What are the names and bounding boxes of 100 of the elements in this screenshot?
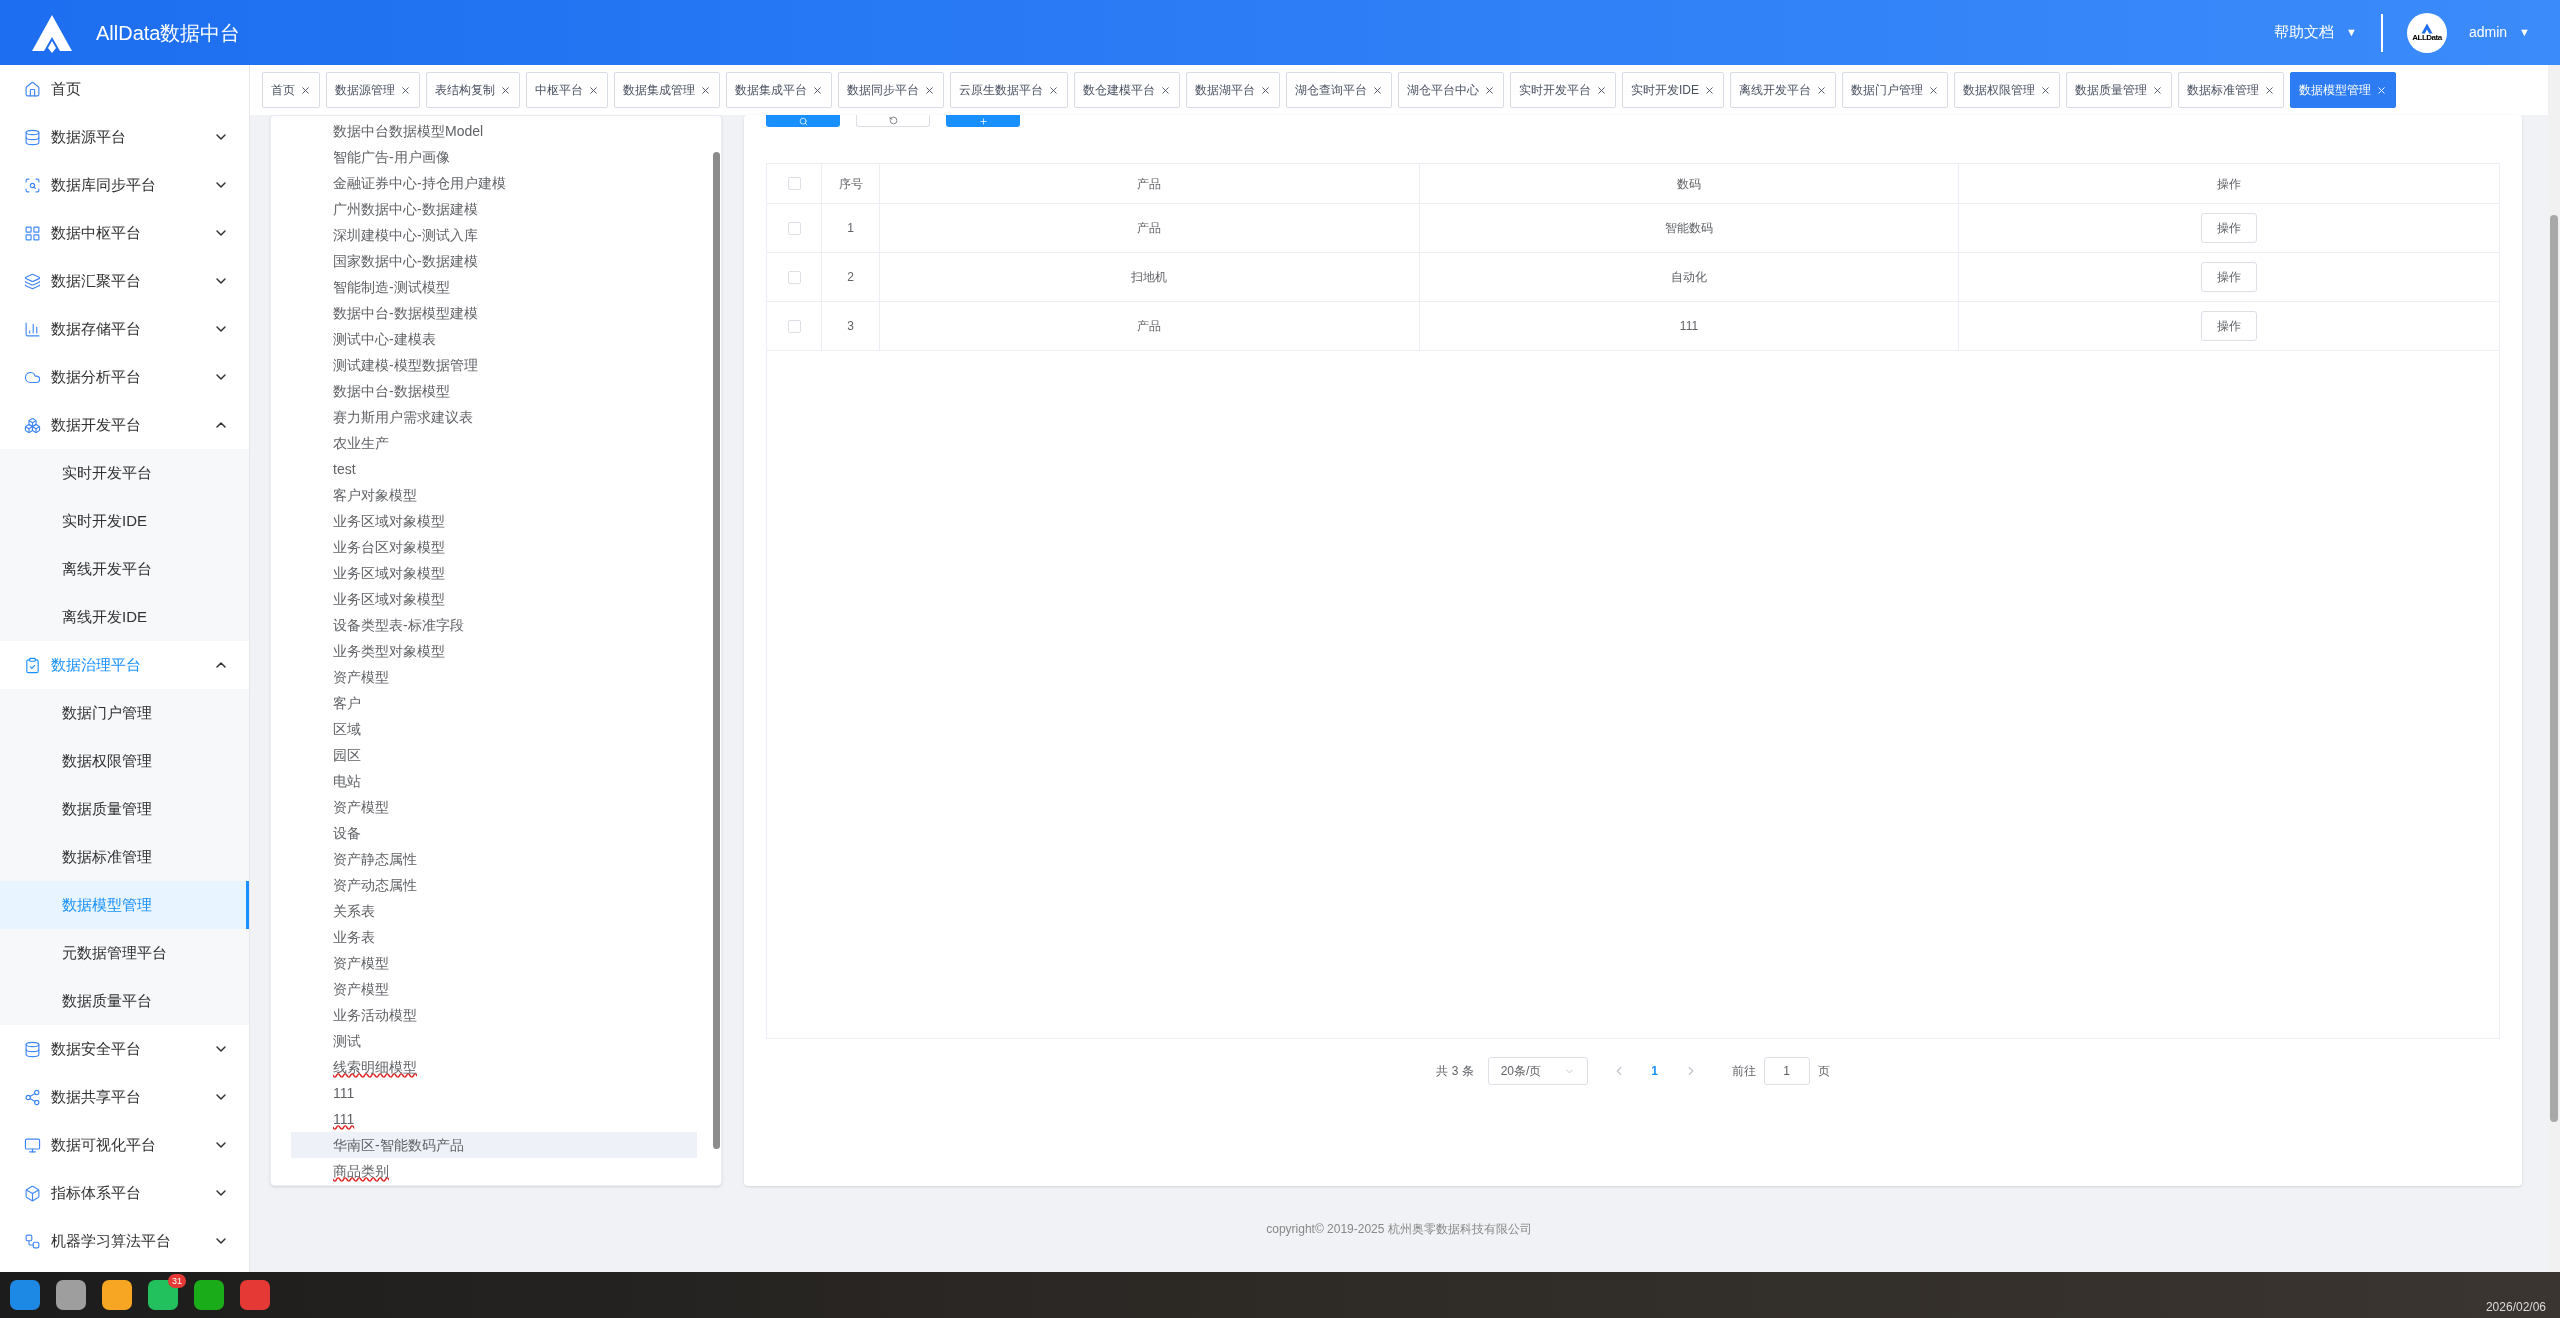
sidebar-item[interactable]: 元数据管理平台 <box>0 929 249 977</box>
tab-label: 首页 <box>271 82 295 99</box>
close-icon[interactable] <box>812 84 823 96</box>
page-tab[interactable]: 数据模型管理 <box>2290 72 2396 108</box>
select-all-checkbox[interactable] <box>787 177 801 190</box>
close-icon[interactable] <box>1160 84 1171 96</box>
close-icon[interactable] <box>924 84 935 96</box>
action-button[interactable]: 操作 <box>2201 311 2258 341</box>
tree-node-label: 客户 <box>333 693 361 713</box>
sidebar-group[interactable]: 数据源平台 <box>0 113 249 161</box>
sidebar-group-label: 数据库同步平台 <box>51 174 157 195</box>
sidebar-group-label: 数据中枢平台 <box>51 222 142 243</box>
close-icon[interactable] <box>588 84 599 96</box>
close-icon[interactable] <box>1928 84 1939 96</box>
sidebar-item[interactable]: 实时开发IDE <box>0 497 249 545</box>
page-size-select[interactable]: 20条/页 <box>1487 1057 1588 1085</box>
sidebar-item[interactable]: 离线开发IDE <box>0 593 249 641</box>
close-icon[interactable] <box>2376 84 2387 96</box>
sidebar-group[interactable]: 数据库同步平台 <box>0 161 249 209</box>
sidebar-group[interactable]: 机器学习算法平台 <box>0 1217 249 1265</box>
page-tab[interactable]: 数据源管理 <box>326 72 420 108</box>
sidebar-group[interactable]: 指标体系平台 <box>0 1169 249 1217</box>
tree-node[interactable]: 华南区-智能数码产品 <box>291 1132 697 1158</box>
sidebar-item[interactable]: 离线开发平台 <box>0 545 249 593</box>
close-icon[interactable] <box>1816 84 1827 96</box>
page-tab[interactable]: 数据质量管理 <box>2066 72 2172 108</box>
tab-label: 数据集成平台 <box>735 82 807 99</box>
database-icon <box>24 128 41 146</box>
page-tab[interactable]: 数据门户管理 <box>1842 72 1948 108</box>
tree-node-label: 深圳建模中心-测试入库 <box>333 225 478 245</box>
tab-label: 数仓建模平台 <box>1083 82 1155 99</box>
goto-label: 前往 <box>1731 1063 1756 1080</box>
page-tab[interactable]: 云原生数据平台 <box>950 72 1068 108</box>
sidebar-group-label: 数据汇聚平台 <box>51 270 142 291</box>
page-tab[interactable]: 表结构复制 <box>426 72 520 108</box>
tab-label: 数据源管理 <box>335 82 395 99</box>
sidebar-item[interactable]: 数据标准管理 <box>0 833 249 881</box>
action-button[interactable]: 操作 <box>2201 262 2258 292</box>
tree-node-label: 金融证券中心-持仓用户建模 <box>333 173 506 193</box>
column-header: 操作 <box>2217 175 2242 193</box>
user-avatar[interactable]: ALLData <box>2406 12 2447 53</box>
page-tab[interactable]: 数据集成管理 <box>614 72 720 108</box>
page-tab[interactable]: 数据集成平台 <box>726 72 832 108</box>
close-icon[interactable] <box>500 84 511 96</box>
goto-page-field[interactable]: 1 <box>1763 1057 1810 1085</box>
close-icon[interactable] <box>2040 84 2051 96</box>
sidebar-item[interactable]: 数据质量管理 <box>0 785 249 833</box>
close-icon[interactable] <box>300 84 311 96</box>
close-icon[interactable] <box>700 84 711 96</box>
sidebar-group[interactable]: 数据汇聚平台 <box>0 257 249 305</box>
sidebar-group[interactable]: 数据开发平台 <box>0 401 249 449</box>
row-checkbox[interactable] <box>787 270 801 284</box>
sidebar-item[interactable]: 数据质量平台 <box>0 977 249 1025</box>
column-header: 序号 <box>838 175 863 193</box>
tab-label: 中枢平台 <box>535 82 583 99</box>
sidebar-group[interactable]: 数据存储平台 <box>0 305 249 353</box>
page-tab[interactable]: 离线开发平台 <box>1730 72 1836 108</box>
close-icon[interactable] <box>1704 84 1715 96</box>
close-icon[interactable] <box>1048 84 1059 96</box>
sidebar-group[interactable]: 数据中枢平台 <box>0 209 249 257</box>
close-icon[interactable] <box>1372 84 1383 96</box>
page-tab[interactable]: 实时开发平台 <box>1510 72 1616 108</box>
sidebar-group[interactable]: 数据分析平台 <box>0 353 249 401</box>
tree-node-label: 业务区域对象模型 <box>333 563 445 583</box>
close-icon[interactable] <box>2152 84 2163 96</box>
close-icon[interactable] <box>1596 84 1607 96</box>
page-tab[interactable]: 湖仓查询平台 <box>1286 72 1392 108</box>
close-icon[interactable] <box>400 84 411 96</box>
sidebar-group-label: 数据治理平台 <box>51 654 142 675</box>
tree-node-label: 国家数据中心-数据建模 <box>333 251 478 271</box>
sidebar-group[interactable]: 数据共享平台 <box>0 1073 249 1121</box>
row-checkbox[interactable] <box>787 319 801 333</box>
page-tab[interactable]: 数据湖平台 <box>1186 72 1280 108</box>
page-tab[interactable]: 数仓建模平台 <box>1074 72 1180 108</box>
page-tab[interactable]: 数据权限管理 <box>1954 72 2060 108</box>
sidebar-item[interactable]: 实时开发平台 <box>0 449 249 497</box>
close-icon[interactable] <box>2264 84 2275 96</box>
page-tab[interactable]: 数据标准管理 <box>2178 72 2284 108</box>
sidebar-group[interactable]: 数据安全平台 <box>0 1025 249 1073</box>
page-tab[interactable]: 实时开发IDE <box>1622 72 1724 108</box>
page-tab[interactable]: 首页 <box>262 72 320 108</box>
row-checkbox[interactable] <box>787 221 801 235</box>
sidebar-item[interactable]: 数据权限管理 <box>0 737 249 785</box>
sidebar-group[interactable]: 数据可视化平台 <box>0 1121 249 1169</box>
sidebar-group[interactable]: 首页 <box>0 65 249 113</box>
page-tab[interactable]: 数据同步平台 <box>838 72 944 108</box>
sidebar-item[interactable]: 数据门户管理 <box>0 689 249 737</box>
brand-title: AllData数据中台 <box>96 20 241 46</box>
close-icon[interactable] <box>1260 84 1271 96</box>
page-tab[interactable]: 湖仓平台中心 <box>1398 72 1504 108</box>
close-icon[interactable] <box>1484 84 1495 96</box>
sidebar-group-label: 数据安全平台 <box>51 1038 142 1059</box>
tab-label: 数据质量管理 <box>2075 82 2147 99</box>
page-scrollbar[interactable] <box>2548 65 2560 1272</box>
help-docs-menu[interactable]: 帮助文档 ▼ <box>2274 21 2357 44</box>
page-tab[interactable]: 中枢平台 <box>526 72 608 108</box>
network-icon <box>24 1088 41 1106</box>
action-button[interactable]: 操作 <box>2201 213 2258 243</box>
sidebar-group-label: 数据存储平台 <box>51 318 142 339</box>
tree-node-label: 商品类别 <box>333 1161 389 1181</box>
